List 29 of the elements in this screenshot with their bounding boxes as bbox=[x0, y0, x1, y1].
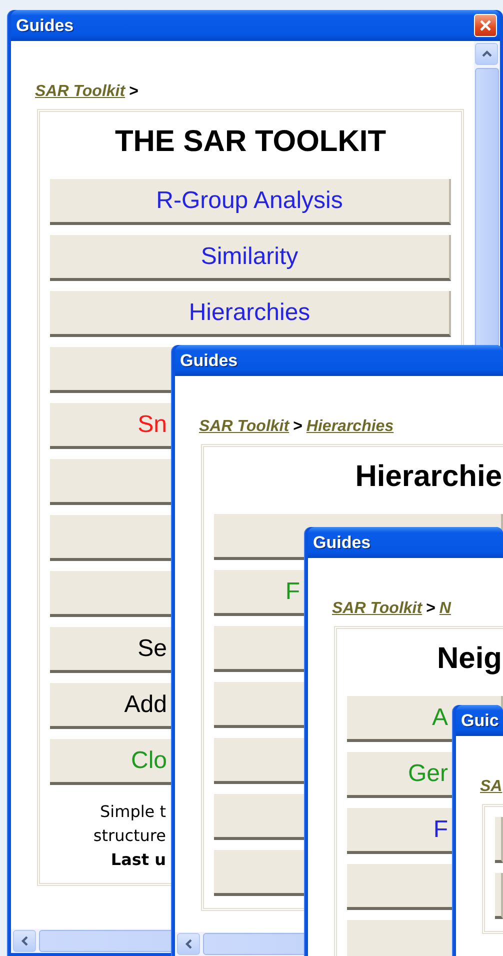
page-heading: Neig bbox=[436, 642, 502, 676]
breadcrumb-link[interactable]: SAR Toolkit bbox=[35, 83, 126, 101]
scroll-left-button[interactable] bbox=[177, 933, 200, 955]
breadcrumb-link[interactable]: SAR Toolkit bbox=[332, 600, 422, 618]
close-icon bbox=[479, 19, 492, 32]
window-title: Guic bbox=[461, 710, 499, 730]
toolkit-button[interactable]: Hierarchies bbox=[50, 291, 451, 337]
breadcrumb-link[interactable]: Hierarchies bbox=[306, 418, 394, 436]
description-text: Last u bbox=[110, 850, 166, 868]
window-title: Guides bbox=[313, 532, 371, 552]
window-title: Guides bbox=[180, 350, 238, 370]
description-text: structure bbox=[93, 826, 166, 844]
breadcrumb-link[interactable]: N bbox=[439, 600, 451, 618]
toolkit-button[interactable]: Similarity bbox=[50, 235, 451, 281]
breadcrumb-link[interactable]: SA bbox=[480, 778, 502, 796]
scroll-left-button[interactable] bbox=[13, 930, 36, 952]
description-text: Simple t bbox=[100, 802, 166, 820]
close-button[interactable] bbox=[474, 14, 497, 37]
breadcrumb-separator: > bbox=[426, 600, 436, 618]
page-heading: THE SAR TOOLKIT bbox=[114, 125, 386, 159]
breadcrumb-link[interactable]: SAR Toolkit bbox=[199, 418, 290, 436]
window-title: Guides bbox=[16, 16, 74, 36]
toolkit-button[interactable] bbox=[495, 873, 503, 919]
breadcrumb-separator: > bbox=[293, 418, 302, 436]
page-heading: Hierarchie bbox=[355, 460, 502, 494]
toolkit-button[interactable] bbox=[495, 817, 503, 863]
breadcrumb-separator: > bbox=[129, 83, 138, 101]
toolkit-button[interactable]: R-Group Analysis bbox=[50, 179, 451, 225]
scroll-up-button[interactable] bbox=[475, 43, 498, 65]
